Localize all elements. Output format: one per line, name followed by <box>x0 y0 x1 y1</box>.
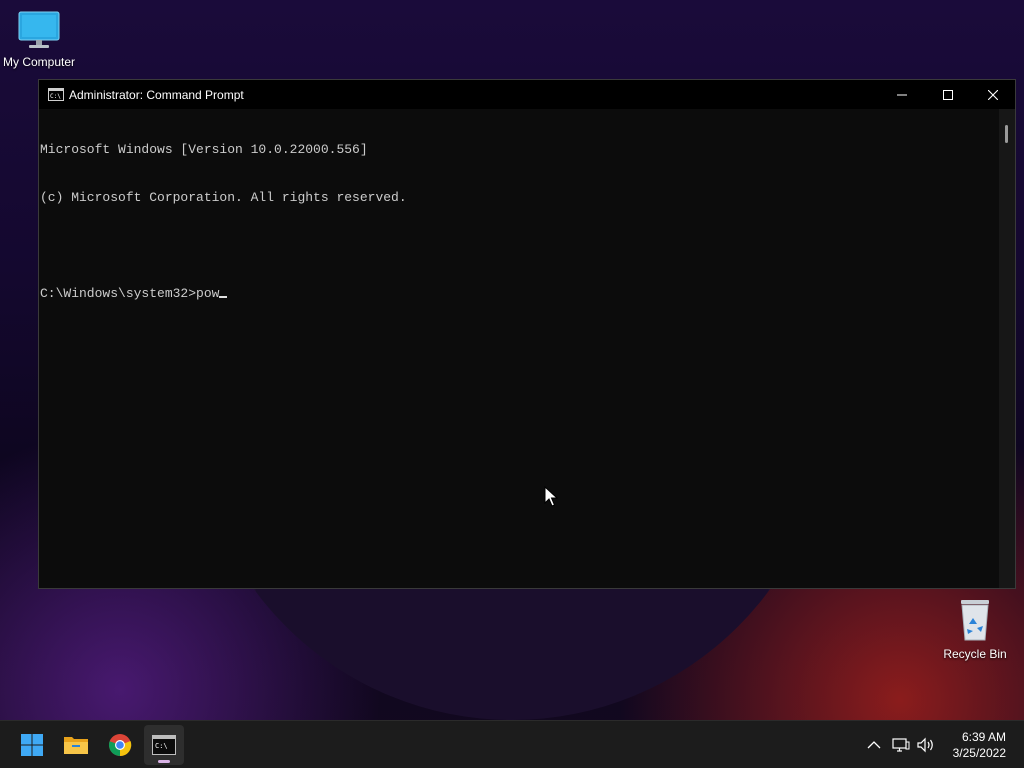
terminal-line: Microsoft Windows [Version 10.0.22000.55… <box>40 142 368 157</box>
desktop-icon-label: Recycle Bin <box>943 647 1007 661</box>
windows-start-icon <box>21 734 43 756</box>
taskbar-chrome[interactable] <box>100 725 140 765</box>
command-prompt-window[interactable]: C:\ Administrator: Command Prompt Micros… <box>38 79 1016 589</box>
terminal-prompt-text: C:\Windows\system32>pow <box>40 286 220 301</box>
svg-text:C:\: C:\ <box>50 93 61 100</box>
start-button[interactable] <box>12 725 52 765</box>
chevron-up-icon <box>867 741 881 749</box>
recycle-bin-icon <box>961 600 989 641</box>
clock-time: 6:39 AM <box>961 730 1006 744</box>
title-bar[interactable]: C:\ Administrator: Command Prompt <box>39 80 1015 109</box>
chrome-icon <box>108 734 132 757</box>
minimize-button[interactable] <box>879 80 925 109</box>
show-hidden-icons-button[interactable] <box>864 735 884 755</box>
network-icon <box>892 738 910 752</box>
terminal-prompt-line[interactable]: C:\Windows\system32>pow <box>40 286 999 302</box>
volume-icon <box>917 737 933 753</box>
taskbar: C:\ 6:39 AM 3/25/2022 <box>0 720 1024 768</box>
cmd-icon: C:\ <box>48 88 64 101</box>
folder-icon <box>64 737 88 754</box>
scrollbar-thumb[interactable] <box>1005 125 1008 143</box>
taskbar-file-explorer[interactable] <box>56 725 96 765</box>
taskbar-command-prompt[interactable]: C:\ <box>144 725 184 765</box>
close-button[interactable] <box>970 80 1016 109</box>
terminal-line: (c) Microsoft Corporation. All rights re… <box>40 190 407 205</box>
vertical-scrollbar[interactable] <box>999 109 1015 588</box>
desktop-icon-label: My Computer <box>2 55 76 69</box>
monitor-icon <box>18 11 60 48</box>
maximize-icon <box>943 89 953 100</box>
text-cursor <box>219 296 228 298</box>
mouse-pointer-icon <box>544 486 558 507</box>
clock-date: 3/25/2022 <box>952 746 1006 760</box>
desktop-icon-recycle-bin[interactable]: Recycle Bin <box>933 598 1017 661</box>
desktop: My Computer Recycle Bin C:\ Administrato… <box>0 0 1024 768</box>
svg-text:C:\: C:\ <box>155 742 168 750</box>
system-clock[interactable]: 6:39 AM 3/25/2022 <box>936 729 1006 761</box>
terminal-output[interactable]: Microsoft Windows [Version 10.0.22000.55… <box>39 109 999 588</box>
close-icon <box>988 89 998 100</box>
maximize-button[interactable] <box>925 80 971 109</box>
network-button[interactable] <box>891 735 911 755</box>
active-app-indicator <box>158 760 170 763</box>
minimize-icon <box>897 94 907 95</box>
volume-button[interactable] <box>916 735 936 755</box>
terminal-icon: C:\ <box>152 735 176 755</box>
desktop-icon-my-computer[interactable]: My Computer <box>0 10 81 69</box>
window-title: Administrator: Command Prompt <box>69 88 244 102</box>
